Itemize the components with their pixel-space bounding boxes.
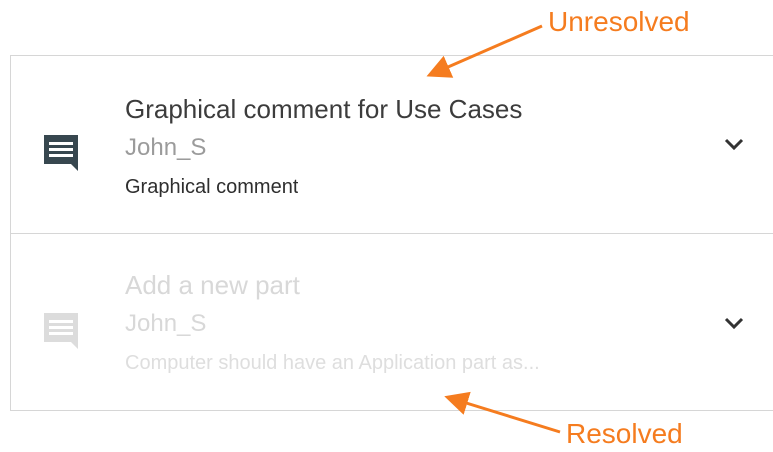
expand-comment-button[interactable]	[719, 308, 749, 338]
unresolved-annotation-label: Unresolved	[548, 6, 690, 37]
comments-panel: Graphical comment for Use Cases John_S G…	[10, 55, 773, 411]
comment-item-unresolved[interactable]: Graphical comment for Use Cases John_S G…	[11, 56, 773, 234]
comment-text: Computer should have an Application part…	[125, 352, 540, 374]
comment-author: John_S	[125, 310, 207, 337]
comment-item-resolved[interactable]: Add a new part John_S Computer should ha…	[11, 234, 773, 411]
resolved-annotation-label: Resolved	[566, 418, 683, 449]
comment-title: Add a new part	[125, 270, 300, 300]
chevron-down-icon	[724, 138, 744, 151]
comment-title: Graphical comment for Use Cases	[125, 94, 523, 124]
comment-text: Graphical comment	[125, 176, 299, 198]
comment-icon	[44, 313, 78, 349]
expand-comment-button[interactable]	[719, 129, 749, 159]
comment-icon	[44, 135, 78, 171]
comment-author: John_S	[125, 134, 207, 161]
chevron-down-icon	[724, 317, 744, 330]
